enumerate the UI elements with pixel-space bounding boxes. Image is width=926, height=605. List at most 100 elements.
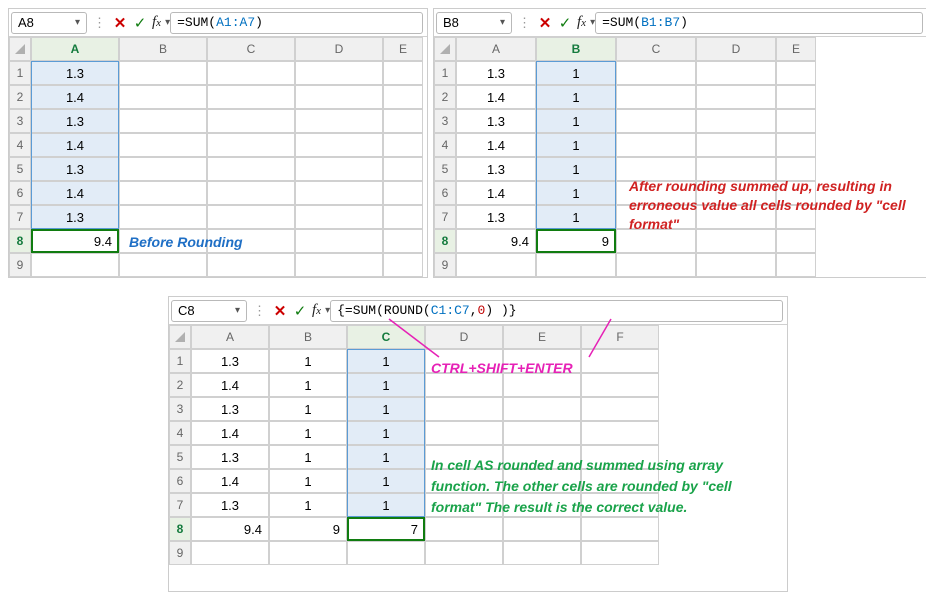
cell[interactable] <box>119 85 207 109</box>
chevron-down-icon[interactable]: ▾ <box>75 17 80 28</box>
cell[interactable]: 1.4 <box>191 373 269 397</box>
cell[interactable]: 1.3 <box>31 61 119 85</box>
cell[interactable]: 1 <box>269 493 347 517</box>
col-header[interactable]: D <box>295 37 383 61</box>
col-header[interactable]: A <box>31 37 119 61</box>
col-header[interactable]: B <box>269 325 347 349</box>
row-header[interactable]: 8 <box>9 229 31 253</box>
cell[interactable]: 1 <box>347 397 425 421</box>
row-header[interactable]: 7 <box>9 205 31 229</box>
row-header[interactable]: 8 <box>169 517 191 541</box>
col-header[interactable]: B <box>119 37 207 61</box>
cell[interactable]: 1.3 <box>191 493 269 517</box>
cell[interactable] <box>536 253 616 277</box>
cell[interactable] <box>581 397 659 421</box>
cell[interactable] <box>295 61 383 85</box>
row-header[interactable]: 3 <box>169 397 191 421</box>
cell[interactable] <box>776 133 816 157</box>
cell[interactable] <box>383 181 423 205</box>
cell[interactable] <box>503 421 581 445</box>
cell[interactable]: 1.3 <box>31 205 119 229</box>
cell[interactable]: 1.4 <box>191 421 269 445</box>
cell[interactable]: 1.4 <box>31 133 119 157</box>
cell[interactable] <box>616 133 696 157</box>
cell[interactable]: 1 <box>347 421 425 445</box>
cell[interactable] <box>696 61 776 85</box>
cell[interactable] <box>425 541 503 565</box>
name-box[interactable]: A8 ▾ <box>11 12 87 34</box>
cell[interactable] <box>581 517 659 541</box>
cell[interactable]: 1 <box>347 469 425 493</box>
cell[interactable]: 1 <box>347 373 425 397</box>
formula-input[interactable]: {=SUM(ROUND(C1:C7,0) )} <box>330 300 783 322</box>
row-header[interactable]: 1 <box>9 61 31 85</box>
cell[interactable]: 1.3 <box>456 109 536 133</box>
cell[interactable]: 9.4 <box>191 517 269 541</box>
fx-icon[interactable]: fx <box>152 14 161 31</box>
cell[interactable]: 1 <box>269 349 347 373</box>
cell[interactable]: 1 <box>536 157 616 181</box>
cell[interactable] <box>696 253 776 277</box>
cell[interactable]: 1.3 <box>191 445 269 469</box>
row-header[interactable]: 1 <box>169 349 191 373</box>
chevron-down-icon[interactable]: ▾ <box>500 17 505 28</box>
cell[interactable] <box>119 205 207 229</box>
row-header[interactable]: 2 <box>169 373 191 397</box>
cell[interactable] <box>295 181 383 205</box>
cell[interactable] <box>207 157 295 181</box>
cell[interactable]: 1 <box>536 133 616 157</box>
cell[interactable] <box>31 253 119 277</box>
cell[interactable] <box>295 253 383 277</box>
cell[interactable] <box>207 133 295 157</box>
row-header[interactable]: 6 <box>169 469 191 493</box>
cell[interactable] <box>581 421 659 445</box>
cell[interactable]: 1.3 <box>191 349 269 373</box>
cell[interactable] <box>383 109 423 133</box>
row-header[interactable]: 7 <box>434 205 456 229</box>
cell[interactable]: 1.4 <box>191 469 269 493</box>
cell[interactable] <box>425 397 503 421</box>
cell[interactable] <box>295 157 383 181</box>
cell[interactable] <box>119 181 207 205</box>
cell[interactable] <box>207 205 295 229</box>
col-header[interactable]: D <box>696 37 776 61</box>
cell[interactable] <box>383 205 423 229</box>
cell[interactable] <box>616 61 696 85</box>
cell[interactable]: 1 <box>269 373 347 397</box>
active-cell[interactable]: 9 <box>536 229 616 253</box>
col-header[interactable]: B <box>536 37 616 61</box>
cell[interactable] <box>295 229 383 253</box>
cell[interactable]: 1.4 <box>31 181 119 205</box>
row-header[interactable]: 6 <box>434 181 456 205</box>
row-header[interactable]: 6 <box>9 181 31 205</box>
cell[interactable] <box>347 541 425 565</box>
cell[interactable]: 1.3 <box>31 109 119 133</box>
cell[interactable] <box>776 85 816 109</box>
select-all-corner[interactable] <box>169 325 191 349</box>
row-header[interactable]: 5 <box>434 157 456 181</box>
name-box[interactable]: B8 ▾ <box>436 12 512 34</box>
cell[interactable] <box>581 373 659 397</box>
row-header[interactable]: 9 <box>9 253 31 277</box>
cell[interactable] <box>776 61 816 85</box>
cell[interactable]: 1 <box>269 397 347 421</box>
cell[interactable] <box>696 109 776 133</box>
col-header[interactable]: D <box>425 325 503 349</box>
cell[interactable] <box>776 253 816 277</box>
cell[interactable] <box>383 157 423 181</box>
col-header[interactable]: F <box>581 325 659 349</box>
cell[interactable] <box>191 541 269 565</box>
row-header[interactable]: 9 <box>434 253 456 277</box>
cell[interactable] <box>383 229 423 253</box>
row-header[interactable]: 4 <box>169 421 191 445</box>
cell[interactable] <box>207 85 295 109</box>
cell[interactable]: 1 <box>269 469 347 493</box>
row-header[interactable]: 5 <box>9 157 31 181</box>
cell[interactable] <box>696 133 776 157</box>
cell[interactable] <box>776 109 816 133</box>
row-header[interactable]: 8 <box>434 229 456 253</box>
cell[interactable] <box>503 541 581 565</box>
cell[interactable]: 9 <box>269 517 347 541</box>
cell[interactable] <box>119 253 207 277</box>
cell[interactable]: 1.4 <box>31 85 119 109</box>
